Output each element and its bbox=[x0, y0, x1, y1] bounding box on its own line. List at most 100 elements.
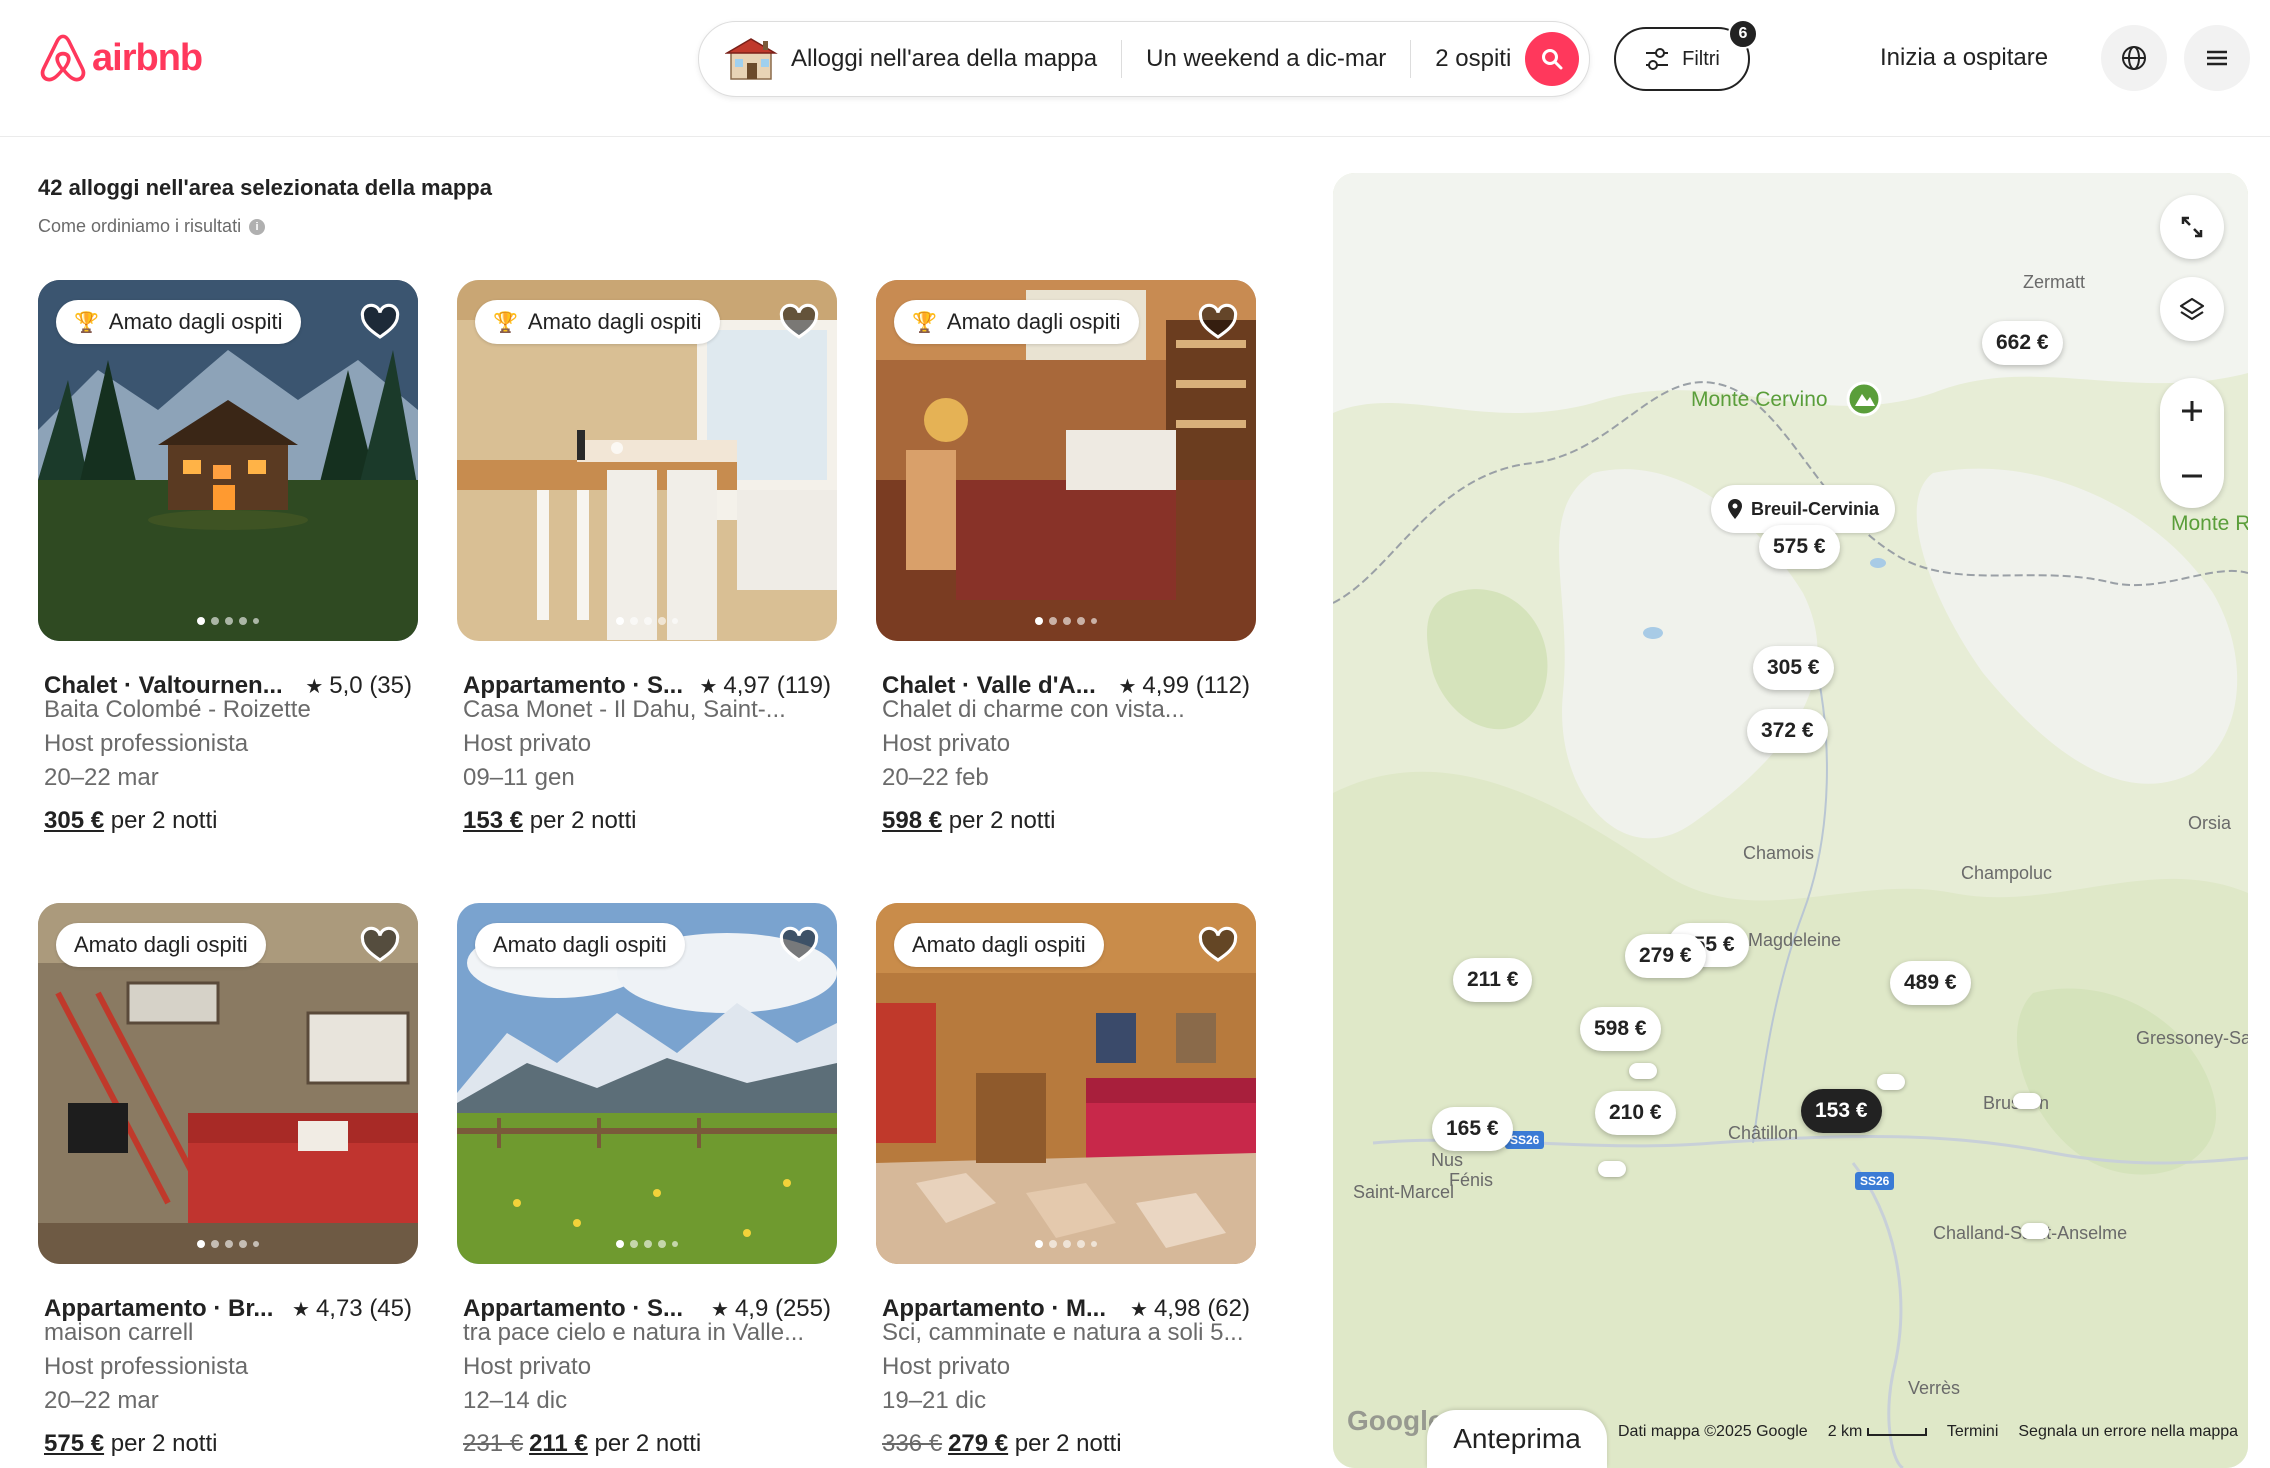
listing-dates: 20–22 mar bbox=[44, 764, 159, 791]
house-icon bbox=[725, 38, 778, 80]
listing-card[interactable]: Amato dagli ospiti Appartamento · S... ★… bbox=[457, 903, 837, 1457]
zoom-in-button[interactable] bbox=[2160, 378, 2224, 443]
sort-info-link[interactable]: Come ordiniamo i risultati i bbox=[38, 216, 266, 237]
rating-value: 4,73 (45) bbox=[315, 1295, 412, 1322]
listing-card[interactable]: Amato dagli ospiti Appartamento · Br... … bbox=[38, 903, 418, 1457]
badge-label: Amato dagli ospiti bbox=[74, 932, 248, 957]
map-price-pin[interactable]: 165 € bbox=[1432, 1107, 1513, 1151]
zoom-controls bbox=[2160, 378, 2224, 508]
price-current[interactable]: 575 € bbox=[44, 1430, 104, 1457]
listing-host: Host professionista bbox=[44, 1353, 249, 1380]
favorite-heart-icon[interactable] bbox=[1198, 302, 1238, 342]
price-current[interactable]: 598 € bbox=[882, 807, 942, 834]
map-mini-pin[interactable] bbox=[2021, 1223, 2049, 1239]
listing-photo[interactable]: Amato dagli ospiti bbox=[38, 903, 418, 1264]
sliders-icon bbox=[1646, 48, 1669, 70]
map-price-pin[interactable]: 598 € bbox=[1580, 1007, 1661, 1051]
photo-pagination bbox=[38, 1240, 418, 1248]
map-scale: 2 km bbox=[1828, 1423, 1927, 1441]
listing-price: 575 € per 2 notti bbox=[44, 1430, 217, 1458]
search-guests[interactable]: 2 ospiti bbox=[1435, 45, 1511, 73]
map-mini-pin[interactable] bbox=[2013, 1093, 2041, 1109]
listing-photo[interactable]: Amato dagli ospiti bbox=[876, 903, 1256, 1264]
favorite-heart-icon[interactable] bbox=[1198, 925, 1238, 965]
listing-photo[interactable]: 🏆 Amato dagli ospiti bbox=[876, 280, 1256, 641]
map-report-link[interactable]: Segnala un errore nella mappa bbox=[2018, 1423, 2238, 1441]
badge-label: Amato dagli ospiti bbox=[493, 932, 667, 957]
listing-photo[interactable]: 🏆 Amato dagli ospiti bbox=[38, 280, 418, 641]
price-current[interactable]: 153 € bbox=[463, 807, 523, 834]
map-price-pin[interactable]: 372 € bbox=[1747, 709, 1828, 753]
price-current[interactable]: 211 € bbox=[529, 1430, 588, 1457]
map-place-label: Orsia bbox=[2188, 813, 2232, 833]
listing-photo[interactable]: Amato dagli ospiti bbox=[457, 903, 837, 1264]
guest-favorite-badge: Amato dagli ospiti bbox=[56, 923, 266, 967]
listing-card[interactable]: Amato dagli ospiti Appartamento · M... ★… bbox=[876, 903, 1256, 1457]
map-layers-button[interactable] bbox=[2160, 277, 2224, 341]
price-current[interactable]: 305 € bbox=[44, 807, 104, 834]
map-mini-pin[interactable] bbox=[1877, 1074, 1905, 1090]
guest-favorite-badge: Amato dagli ospiti bbox=[475, 923, 685, 967]
favorite-heart-icon[interactable] bbox=[360, 925, 400, 965]
listing-card[interactable]: 🏆 Amato dagli ospiti Appartamento · S... … bbox=[457, 280, 837, 834]
divider bbox=[1410, 40, 1412, 78]
globe-icon bbox=[2122, 46, 2146, 70]
map-price-pin[interactable]: 210 € bbox=[1595, 1091, 1676, 1135]
menu-button[interactable] bbox=[2184, 25, 2250, 91]
listing-card[interactable]: 🏆 Amato dagli ospiti Chalet · Valle d'A..… bbox=[876, 280, 1256, 834]
map-place-label: Gressoney-Sa bbox=[2136, 1028, 2248, 1048]
favorite-heart-icon[interactable] bbox=[779, 925, 819, 965]
search-button[interactable] bbox=[1525, 32, 1579, 86]
map-price-pin-selected[interactable]: 153 € bbox=[1801, 1089, 1882, 1133]
map[interactable]: Zermatt Monte Cervino Monte R Breuil-Cer… bbox=[1333, 173, 2248, 1468]
favorite-heart-icon[interactable] bbox=[360, 302, 400, 342]
map-mini-pin[interactable] bbox=[1598, 1161, 1626, 1177]
preview-button[interactable]: Anteprima bbox=[1427, 1410, 1607, 1468]
location-pin-icon bbox=[1728, 499, 1742, 519]
listing-host: Host privato bbox=[463, 1353, 592, 1380]
listing-card[interactable]: 🏆 Amato dagli ospiti Chalet · Valtournen.… bbox=[38, 280, 418, 834]
sort-info-label: Come ordiniamo i risultati bbox=[38, 216, 242, 236]
map-place-label: Zermatt bbox=[2023, 272, 2086, 292]
search-when[interactable]: Un weekend a dic-mar bbox=[1146, 45, 1386, 73]
info-icon: i bbox=[249, 218, 266, 235]
favorite-heart-icon[interactable] bbox=[779, 302, 819, 342]
listing-photo[interactable]: 🏆 Amato dagli ospiti bbox=[457, 280, 837, 641]
map-terms-link[interactable]: Termini bbox=[1947, 1423, 1999, 1441]
map-price-pin[interactable]: 489 € bbox=[1890, 961, 1971, 1005]
listing-dates: 09–11 gen bbox=[463, 764, 575, 791]
map-place-label: Saint-Marcel bbox=[1353, 1182, 1455, 1202]
star-icon: ★ bbox=[699, 675, 718, 698]
rating-value: 5,0 (35) bbox=[329, 672, 412, 699]
filters-button[interactable]: Filtri 6 bbox=[1614, 19, 1758, 91]
map-tiles bbox=[1333, 173, 2248, 1468]
guest-favorite-badge: 🏆 Amato dagli ospiti bbox=[894, 300, 1139, 344]
listing-host: Host professionista bbox=[44, 730, 249, 757]
scale-label: 2 km bbox=[1827, 1423, 1863, 1440]
divider bbox=[1121, 40, 1123, 78]
host-link[interactable]: Inizia a ospitare bbox=[1880, 40, 2048, 76]
price-current[interactable]: 279 € bbox=[948, 1430, 1008, 1457]
fullscreen-button[interactable] bbox=[2160, 195, 2224, 259]
map-place-label: Châtillon bbox=[1728, 1123, 1799, 1143]
map-mini-pin[interactable] bbox=[1629, 1063, 1657, 1079]
search-where[interactable]: Alloggi nell'area della mappa bbox=[791, 45, 1097, 73]
search-bar[interactable]: Alloggi nell'area della mappa Un weekend… bbox=[698, 21, 1590, 97]
zoom-out-button[interactable] bbox=[2160, 443, 2224, 508]
layers-icon bbox=[2179, 297, 2205, 321]
map-footer: Dati mappa ©2025 Google 2 km Termini Seg… bbox=[1618, 1423, 2238, 1441]
filters-label: Filtri bbox=[1682, 47, 1720, 70]
map-price-pin[interactable]: 662 € bbox=[1982, 321, 2063, 365]
price-suffix: per 2 notti bbox=[110, 1430, 218, 1457]
map-price-pin[interactable]: 279 € bbox=[1625, 934, 1706, 978]
star-icon: ★ bbox=[1130, 1298, 1148, 1321]
map-price-pin[interactable]: 211 € bbox=[1453, 958, 1533, 1002]
star-icon: ★ bbox=[292, 1298, 310, 1321]
map-price-pin[interactable]: 305 € bbox=[1753, 646, 1834, 690]
language-button[interactable] bbox=[2101, 25, 2167, 91]
airbnb-logo[interactable]: airbnb bbox=[38, 32, 203, 84]
map-place-label: Verrès bbox=[1908, 1378, 1961, 1398]
scale-bar bbox=[1866, 1427, 1927, 1436]
guest-favorite-badge: 🏆 Amato dagli ospiti bbox=[475, 300, 720, 344]
map-price-pin[interactable]: 575 € bbox=[1759, 525, 1840, 569]
